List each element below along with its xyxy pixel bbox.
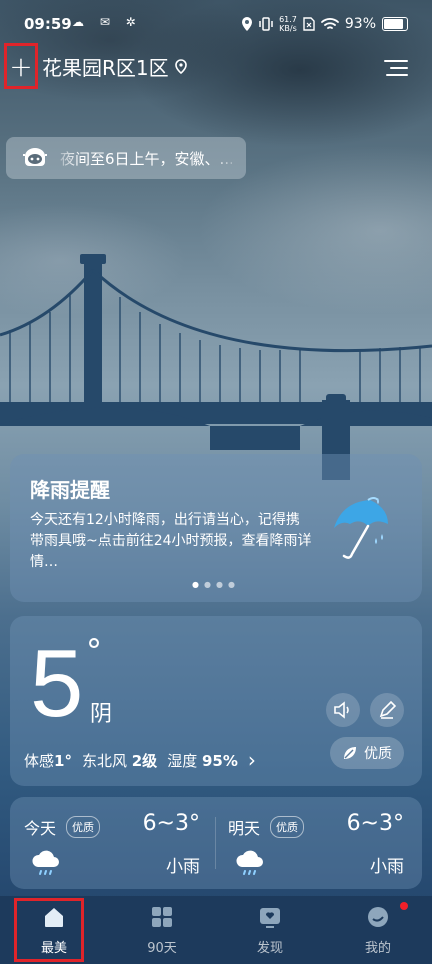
vibrate-icon	[259, 17, 273, 31]
feels-like: 体感1°	[24, 751, 72, 770]
air-quality-label: 优质	[364, 746, 392, 762]
tab-label: 发现	[256, 941, 283, 956]
assistant-robot-icon	[23, 148, 47, 166]
sim-icon	[303, 17, 315, 31]
notification-dot	[400, 902, 408, 910]
light-rain-icon	[32, 850, 59, 875]
bottom-tab-bar: 最美 90天 发现 我的	[0, 896, 432, 964]
net-speed-unit: KB/s	[279, 24, 297, 33]
daily-forecast-card[interactable]: 今天 优质 6~3° 小雨 明天 优质 6~3° 小雨	[10, 797, 422, 889]
status-bar: 09:59 ☁ ✉ ✲ 61.7 KB/s 93%	[0, 0, 432, 50]
pencil-icon	[379, 701, 396, 719]
weather-alert-banner[interactable]: 夜间至6日上午，安徽、...	[6, 137, 246, 179]
battery-percent: 93%	[344, 16, 376, 32]
leaf-icon	[344, 747, 356, 759]
rain-reminder-description: 今天还有12小时降雨，出行请当心，记得携带雨具哦~点击前往24小时预报，查看降雨…	[30, 512, 312, 570]
alert-text: 夜间至6日上午，安徽、...	[60, 149, 232, 168]
forecast-condition: 小雨	[166, 857, 200, 877]
net-speed: 61.7 KB/s	[279, 15, 297, 33]
chevron-right-icon: ›	[247, 748, 256, 772]
menu-icon[interactable]	[384, 60, 408, 78]
wind: 东北风 2级	[81, 751, 158, 770]
location-icon	[242, 17, 253, 31]
notification-icons: ☁ ✉ ✲	[72, 15, 142, 29]
grid-icon	[152, 907, 172, 927]
rain-reminder-title: 降雨提醒	[30, 478, 110, 502]
forecast-condition: 小雨	[370, 857, 404, 877]
forecast-aqi-badge: 优质	[270, 816, 304, 838]
discover-icon	[260, 908, 280, 928]
profile-icon	[368, 907, 388, 927]
current-weather-card[interactable]: 5 ° 阴 体感1° 东北风 2级 湿度 95% › 优质	[10, 616, 422, 786]
current-condition: 阴	[90, 702, 113, 727]
share-edit-button[interactable]	[370, 693, 404, 727]
forecast-day: 今天	[24, 819, 57, 838]
add-city-button[interactable]: +	[4, 43, 38, 89]
wifi-icon	[320, 18, 339, 29]
forecast-temp: 6~3°	[346, 811, 404, 836]
location-pin-icon	[174, 59, 187, 74]
battery-icon	[382, 17, 408, 31]
voice-broadcast-button[interactable]	[326, 693, 360, 727]
tab-label: 90天	[147, 941, 177, 956]
location-selector[interactable]: 花果园R区1区	[42, 52, 187, 81]
forecast-tomorrow[interactable]: 明天 优质 6~3° 小雨	[214, 797, 404, 889]
tab-label: 我的	[364, 941, 391, 956]
light-rain-icon	[236, 850, 263, 875]
forecast-temp: 6~3°	[142, 811, 200, 836]
location-name: 花果园R区1区	[42, 56, 169, 80]
net-speed-value: 61.7	[279, 15, 297, 24]
current-temperature: 5	[30, 630, 84, 737]
tab-90-days[interactable]: 90天	[108, 896, 216, 964]
tab-home[interactable]: 最美	[0, 896, 108, 964]
tab-profile[interactable]: 我的	[324, 896, 432, 964]
degree-symbol: °	[86, 632, 102, 670]
weather-details[interactable]: 体感1° 东北风 2级 湿度 95% ›	[24, 748, 256, 772]
forecast-day: 明天	[228, 819, 261, 838]
tab-discover[interactable]: 发现	[216, 896, 324, 964]
status-time: 09:59	[24, 15, 72, 33]
forecast-today[interactable]: 今天 优质 6~3° 小雨	[10, 797, 200, 889]
highlight-box	[14, 898, 84, 962]
humidity: 湿度 95%	[167, 751, 238, 770]
air-quality-button[interactable]: 优质	[330, 737, 404, 769]
forecast-aqi-badge: 优质	[66, 816, 100, 838]
umbrella-icon	[334, 497, 388, 559]
status-right: 61.7 KB/s 93%	[241, 15, 408, 33]
carousel-indicator: ●●●●	[192, 580, 240, 589]
rain-reminder-card[interactable]: 降雨提醒 今天还有12小时降雨，出行请当心，记得携带雨具哦~点击前往24小时预报…	[10, 454, 422, 602]
speaker-icon	[334, 701, 349, 719]
